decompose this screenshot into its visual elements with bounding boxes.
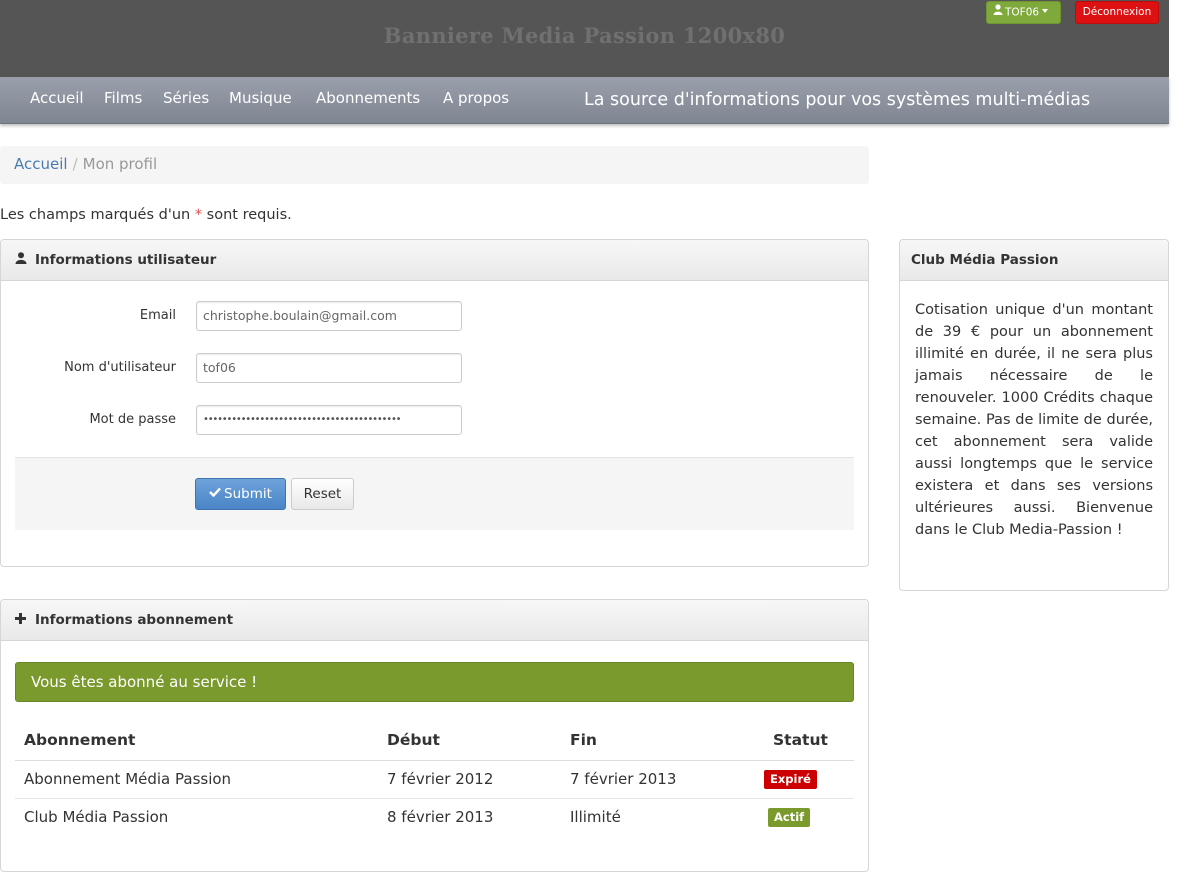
- breadcrumb-home-link[interactable]: Accueil: [14, 155, 68, 173]
- table-row: Club Média Passion 8 février 2013 Illimi…: [15, 798, 854, 836]
- required-star: *: [194, 207, 203, 223]
- user-menu-button[interactable]: TOF06: [986, 1, 1061, 24]
- user-info-panel-title: Informations utilisateur: [35, 252, 217, 268]
- required-fields-note: Les champs marqués d'un * sont requis.: [0, 207, 292, 223]
- check-icon: [209, 478, 221, 508]
- password-field[interactable]: ••••••••••••••••••••••••••••••••••••••••…: [196, 405, 462, 435]
- column-header-fin: Fin: [561, 720, 764, 761]
- cell-end: Illimité: [570, 808, 621, 827]
- table-row: Abonnement Média Passion 7 février 2012 …: [15, 760, 854, 799]
- nav-item-abonnements[interactable]: Abonnements: [316, 89, 420, 107]
- banner-title: Banniere Media Passion 1200x80: [383, 23, 786, 48]
- club-panel: Club Média Passion Cotisation unique d'u…: [899, 239, 1169, 591]
- nav-tagline: La source d'informations pour vos systèm…: [584, 90, 1091, 110]
- subscription-panel: Informations abonnement Vous êtes abonné…: [0, 599, 869, 872]
- cell-status: Expiré: [764, 760, 854, 799]
- nav-item-series[interactable]: Séries: [163, 89, 209, 107]
- user-menu-label: TOF06: [1005, 6, 1040, 19]
- nav-item-a-propos[interactable]: A propos: [443, 89, 509, 107]
- breadcrumb: Accueil / Mon profil: [0, 146, 869, 184]
- cell-name: Club Média Passion: [24, 808, 169, 827]
- username-field[interactable]: tof06: [196, 353, 462, 383]
- column-header-debut: Début: [378, 720, 561, 761]
- subscription-alert: Vous êtes abonné au service !: [15, 662, 854, 702]
- main-nav: Accueil Films Séries Musique Abonnements…: [0, 77, 1169, 124]
- user-icon: [993, 2, 1003, 23]
- caret-down-icon: [1042, 9, 1049, 13]
- nav-item-musique[interactable]: Musique: [229, 89, 292, 107]
- status-badge: Actif: [768, 808, 811, 828]
- cell-name: Abonnement Média Passion: [15, 760, 378, 799]
- cell-status: Actif: [764, 798, 854, 836]
- email-label: Email: [139, 308, 176, 323]
- subscription-panel-title: Informations abonnement: [35, 612, 234, 628]
- status-badge: Expiré: [764, 770, 817, 789]
- banner: Banniere Media Passion 1200x80 TOF06 Déc…: [0, 0, 1169, 77]
- subscription-table: Abonnement Début Fin Statut Abonnement M…: [15, 720, 854, 836]
- submit-button[interactable]: Submit: [195, 478, 286, 510]
- nav-item-accueil[interactable]: Accueil: [30, 89, 84, 107]
- cell-start: 8 février 2013: [387, 808, 494, 827]
- subscription-panel-heading: Informations abonnement: [1, 600, 868, 641]
- user-info-panel: Informations utilisateur Email christoph…: [0, 239, 869, 567]
- submit-label: Submit: [224, 486, 272, 502]
- breadcrumb-current: Mon profil: [82, 155, 158, 173]
- column-header-statut: Statut: [764, 720, 854, 761]
- password-label: Mot de passe: [89, 412, 176, 427]
- user-info-panel-heading: Informations utilisateur: [1, 240, 868, 281]
- column-header-abonnement: Abonnement: [15, 720, 378, 761]
- cell-start: 7 février 2012: [378, 760, 561, 799]
- cell-end: 7 février 2013: [561, 760, 764, 799]
- breadcrumb-separator: /: [72, 155, 78, 173]
- nav-item-films[interactable]: Films: [104, 89, 142, 107]
- required-note-after: sont requis.: [202, 207, 292, 223]
- form-actions: Submit Reset: [15, 457, 854, 530]
- club-description: Cotisation unique d'un montant de 39 € p…: [915, 302, 1153, 538]
- username-label: Nom d'utilisateur: [64, 360, 176, 375]
- table-header-row: Abonnement Début Fin Statut: [15, 720, 854, 761]
- logout-button[interactable]: Déconnexion: [1075, 1, 1159, 24]
- email-field[interactable]: christophe.boulain@gmail.com: [196, 301, 462, 331]
- plus-icon: [15, 600, 29, 640]
- reset-button[interactable]: Reset: [291, 478, 354, 510]
- club-panel-heading: Club Média Passion: [900, 240, 1168, 281]
- user-icon: [15, 240, 29, 280]
- required-note-before: Les champs marqués d'un: [0, 207, 195, 223]
